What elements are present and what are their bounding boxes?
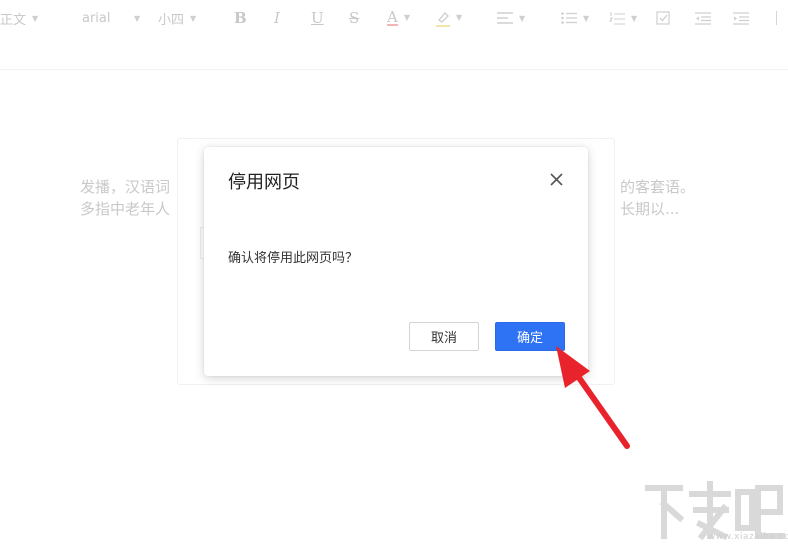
more-button[interactable]	[776, 9, 777, 27]
chevron-down-icon: ▼	[403, 13, 410, 22]
chevron-down-icon: ▼	[583, 13, 590, 23]
chevron-down-icon: ▼	[134, 13, 141, 23]
chevron-down-icon: ▼	[519, 13, 526, 23]
bold-button[interactable]: B	[234, 9, 247, 27]
strikethrough-icon: S	[349, 9, 360, 27]
chevron-down-icon: ▼	[190, 13, 197, 23]
bullet-list-button[interactable]: ▼	[561, 9, 589, 27]
paragraph-style-select[interactable]: 正文 ▼	[0, 9, 39, 28]
document-line-2-right: 长期以...	[620, 200, 680, 218]
document-line-1-right: 的客套语。	[620, 178, 696, 196]
watermark-site: www.xiazaiba.com	[708, 532, 788, 542]
highlight-button[interactable]: ▼	[436, 9, 462, 27]
font-family-value: arial	[82, 10, 111, 26]
close-icon	[549, 172, 563, 186]
document-line-2-left: 多指中老年人	[80, 200, 171, 218]
close-button[interactable]	[547, 170, 565, 188]
cancel-button[interactable]: 取消	[409, 322, 479, 351]
align-left-icon	[497, 12, 513, 24]
italic-icon: I	[274, 9, 280, 27]
outdent-button[interactable]	[695, 9, 711, 27]
highlighter-icon	[436, 10, 450, 27]
indent-button[interactable]	[733, 9, 749, 27]
task-list-button[interactable]	[656, 9, 670, 27]
font-size-value: 小四	[158, 12, 185, 28]
italic-button[interactable]: I	[274, 9, 280, 27]
document-line-1-left: 发播，汉语词	[80, 178, 171, 196]
divider-icon	[776, 11, 777, 25]
strikethrough-button[interactable]: S	[349, 9, 359, 27]
underline-button[interactable]: U	[311, 9, 324, 27]
font-color-button[interactable]: A ▼	[387, 9, 410, 27]
outdent-icon	[695, 11, 711, 25]
dialog-message: 确认将停用此网页吗？	[228, 251, 359, 266]
dialog-title: 停用网页	[228, 172, 300, 193]
font-size-select[interactable]: 小四 ▼	[158, 9, 197, 28]
numbered-list-button[interactable]: ▼	[609, 9, 637, 27]
chevron-down-icon: ▼	[456, 13, 463, 22]
align-button[interactable]: ▼	[497, 9, 525, 27]
font-family-select[interactable]: arial ▼	[82, 9, 140, 27]
chevron-down-icon: ▼	[32, 13, 39, 23]
paragraph-style-value: 正文	[0, 12, 27, 28]
bullet-list-icon	[561, 12, 577, 24]
checkbox-icon	[656, 11, 670, 25]
font-color-icon: A	[387, 8, 398, 26]
indent-icon	[733, 11, 749, 25]
numbered-list-icon	[609, 11, 625, 25]
chevron-down-icon: ▼	[631, 13, 638, 23]
underline-icon: U	[311, 9, 324, 27]
editor-toolbar: 正文 ▼ arial ▼ 小四 ▼ B I U S A ▼ ▼ ▼ ▼ ▼	[0, 0, 788, 70]
bold-icon: B	[234, 9, 247, 27]
confirm-button[interactable]: 确定	[495, 322, 565, 351]
disable-page-dialog: 停用网页 确认将停用此网页吗？ 取消 确定	[204, 147, 588, 376]
